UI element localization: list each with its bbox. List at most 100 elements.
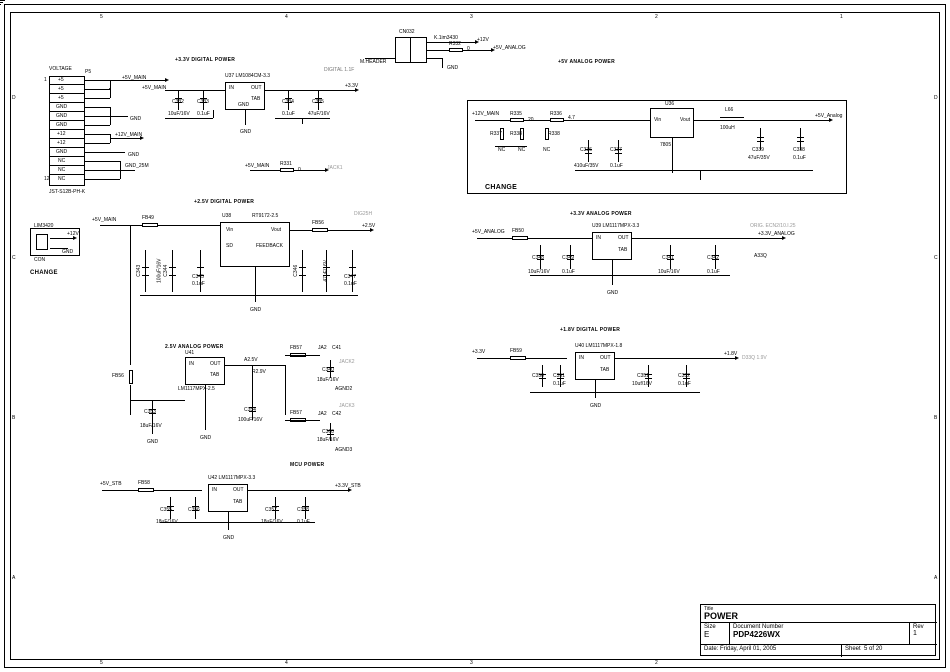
wire (110, 152, 125, 153)
wire (120, 170, 135, 171)
wire (463, 50, 491, 51)
tb-doc-cell: Document Number PDP4226WX (729, 622, 909, 644)
wire (140, 295, 358, 296)
tick-left-c: C (12, 255, 16, 261)
u40-tab: TAB (600, 368, 609, 374)
tb-title: POWER (704, 611, 934, 621)
wire (160, 522, 315, 523)
c358r: C358 (297, 508, 309, 514)
d11f-label: DIGITAL 1.1F (324, 68, 354, 74)
conn-lbl-10: NC (58, 159, 65, 165)
c341r: C341 (662, 256, 674, 262)
r338-nc: NC (518, 148, 525, 154)
tick-bot-5: 5 (100, 660, 103, 666)
tick-top-4: 4 (285, 14, 288, 20)
wire (225, 365, 285, 366)
a33q: A33Q (754, 254, 767, 260)
wire (530, 275, 730, 276)
wire (245, 110, 246, 125)
ja2-1: JA2 (318, 346, 327, 352)
l66-val: 100uH (720, 126, 735, 132)
wire (85, 125, 110, 126)
r337-ref: R337 (490, 132, 502, 138)
u42-in: IN (212, 488, 217, 494)
u37-gnd-lbl: GND (240, 130, 251, 136)
tick-bot-4: 4 (285, 660, 288, 666)
tick-left-a: A (12, 575, 15, 581)
wire (427, 58, 442, 59)
tick-right-c: C (934, 255, 938, 261)
wire (248, 490, 348, 491)
fb49-ref: FB49 (142, 216, 154, 222)
wire (165, 118, 213, 119)
con-12v: +12V (67, 232, 79, 238)
wire (50, 238, 73, 239)
c336-val: 410uF/35V (574, 164, 598, 170)
fb50-ref: FB50 (512, 229, 524, 235)
ja2-2: JA2 (318, 412, 327, 418)
wire (632, 238, 782, 239)
c345-ref: C345 (192, 275, 204, 281)
fb54-ref: FB59 (510, 349, 522, 355)
wire (250, 170, 305, 171)
c346-1 (302, 250, 303, 292)
u39-ref: U39 LM1117MPX-3.3 (592, 224, 639, 230)
c355r: C355 (160, 508, 172, 514)
con-rcpt (36, 234, 48, 250)
out-33stb: +3.3V_STB (335, 484, 361, 490)
change-1: CHANGE (30, 270, 58, 277)
wire (615, 358, 735, 359)
fb58 (138, 488, 154, 492)
u41-gnd: GND (200, 436, 211, 442)
net-gnd-a: GND (130, 117, 141, 123)
r331-ref: R331 (280, 162, 292, 168)
wire (305, 170, 325, 171)
wire (152, 422, 153, 434)
u38-ref: U38 (222, 214, 231, 220)
u37-out: OUT (251, 86, 262, 92)
conn-row-12 (49, 175, 85, 185)
conn-row-1 (49, 76, 85, 85)
u37-ref: U37 LM1084CM-3.3 (225, 74, 270, 80)
c360v: 18uF/16V (317, 438, 339, 444)
wire (228, 512, 229, 530)
c351-val: 0.1uF (553, 382, 566, 388)
jst-label: JST-S12B-PH-K (49, 190, 85, 196)
u37-gnd: GND (238, 103, 249, 109)
change-2: CHANGE (485, 184, 517, 192)
fb54 (510, 356, 526, 360)
c335-ref: C335 (312, 100, 324, 106)
fb56b (129, 370, 133, 384)
c356r: C356 (188, 508, 200, 514)
c42: C42 (332, 412, 341, 418)
wire (85, 80, 120, 81)
wire (477, 238, 592, 239)
c350-ref: C350 (532, 374, 544, 380)
c353v: 18uF/16V (140, 424, 162, 430)
c340av: 18uF/16V (317, 378, 339, 384)
conn-lbl-7: +12 (57, 132, 65, 138)
c343v: 100uF/16V (157, 259, 163, 283)
r335-val: 20 (528, 118, 534, 124)
in-12vmain: +12V_MAIN (472, 112, 499, 118)
tb-rev: 1 (913, 630, 934, 637)
heading-33d: +3.3V DIGITAL POWER (175, 58, 235, 64)
r336 (550, 118, 564, 122)
r331 (280, 168, 294, 172)
u40-in: IN (579, 356, 584, 362)
con-lbl: CON (34, 258, 45, 264)
conn-num-1: 1 (44, 78, 47, 84)
wire (85, 143, 110, 144)
r337-nc: NC (498, 148, 505, 154)
tick-right-d: D (934, 95, 938, 101)
conn-lbl-8: +12 (57, 141, 65, 147)
r339-nc: NC (543, 148, 550, 154)
out-5vanalog: +5V_Analog (815, 114, 842, 120)
c361v: 10uf/16V (632, 382, 652, 388)
r338-ref: R338 (510, 132, 522, 138)
18d-in: +3.3V (472, 350, 485, 356)
wire (302, 118, 303, 124)
con-lim: LIM3420 (34, 224, 53, 230)
cn-gnd: GND (447, 66, 458, 72)
wire (85, 89, 110, 90)
